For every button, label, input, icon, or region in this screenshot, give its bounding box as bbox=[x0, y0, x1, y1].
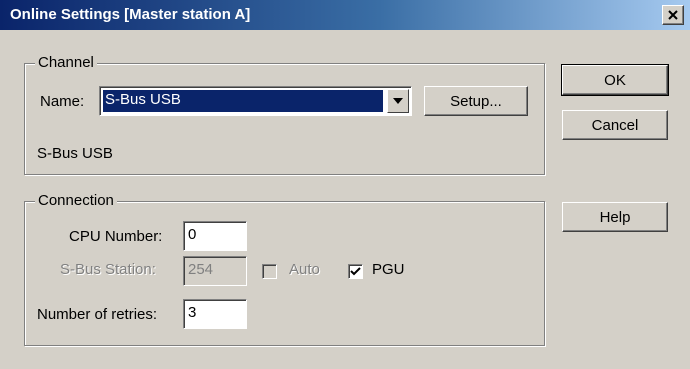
cpu-number-label: CPU Number: bbox=[69, 228, 163, 245]
auto-label: Auto bbox=[289, 261, 320, 278]
check-icon bbox=[350, 267, 361, 276]
channel-legend: Channel bbox=[35, 54, 97, 72]
online-settings-dialog: Online Settings [Master station A] Chann… bbox=[0, 0, 690, 369]
connection-legend: Connection bbox=[35, 192, 117, 210]
auto-checkbox bbox=[262, 264, 277, 279]
retries-input[interactable]: 3 bbox=[183, 299, 247, 329]
retries-label: Number of retries: bbox=[37, 306, 158, 323]
cancel-button[interactable]: Cancel bbox=[562, 110, 668, 140]
channel-name-select[interactable]: S-Bus USB bbox=[99, 86, 412, 116]
channel-info-text: S-Bus USB bbox=[37, 145, 113, 162]
channel-name-value: S-Bus USB bbox=[103, 90, 383, 112]
sbus-station-label: S-Bus Station: bbox=[60, 261, 156, 278]
pgu-label: PGU bbox=[372, 261, 405, 278]
dialog-title: Online Settings [Master station A] bbox=[10, 6, 251, 23]
close-icon bbox=[668, 10, 678, 20]
ok-button[interactable]: OK bbox=[561, 64, 669, 96]
pgu-checkbox[interactable] bbox=[348, 264, 363, 279]
dropdown-button[interactable] bbox=[387, 89, 409, 113]
close-button[interactable] bbox=[662, 5, 684, 25]
setup-button[interactable]: Setup... bbox=[424, 86, 528, 116]
title-bar[interactable]: Online Settings [Master station A] bbox=[0, 0, 690, 30]
cpu-number-input[interactable]: 0 bbox=[183, 221, 247, 251]
help-button[interactable]: Help bbox=[562, 202, 668, 232]
name-label: Name: bbox=[40, 93, 85, 110]
chevron-down-icon bbox=[393, 98, 403, 104]
sbus-station-input: 254 bbox=[183, 256, 247, 286]
